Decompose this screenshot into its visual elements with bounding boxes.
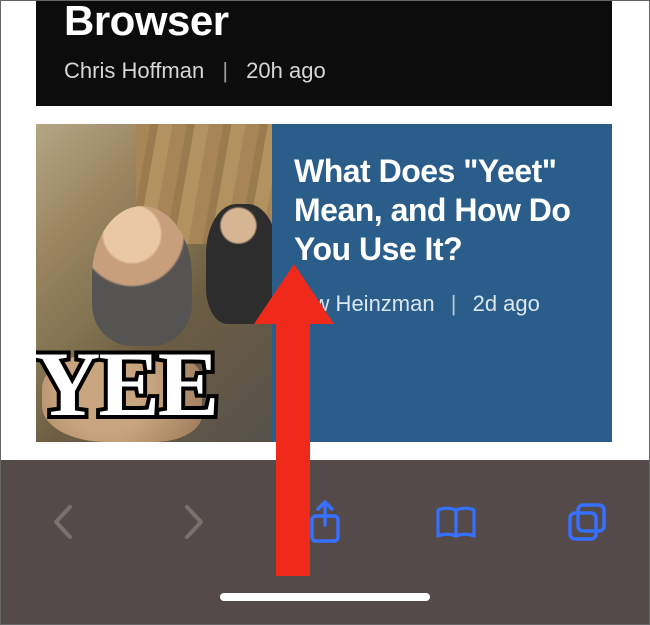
thumbnail-meme-text: YEE bbox=[36, 338, 217, 430]
tabs-icon bbox=[566, 501, 608, 543]
share-icon bbox=[307, 499, 343, 545]
timestamp: 20h ago bbox=[246, 58, 326, 83]
meta-separator: | bbox=[222, 58, 228, 83]
author-name: Chris Hoffman bbox=[64, 58, 204, 83]
back-button[interactable] bbox=[36, 495, 90, 549]
screenshot-frame: Browser Chris Hoffman | 20h ago YEE What… bbox=[0, 0, 650, 625]
share-button[interactable] bbox=[298, 495, 352, 549]
toolbar-row bbox=[0, 492, 650, 552]
article-meta-previous: Chris Hoffman | 20h ago bbox=[64, 58, 584, 84]
book-icon bbox=[434, 504, 478, 540]
article-thumbnail: YEE bbox=[36, 124, 272, 442]
home-indicator[interactable] bbox=[220, 593, 430, 601]
chevron-right-icon bbox=[181, 503, 207, 541]
article-header-previous[interactable]: Browser Chris Hoffman | 20h ago bbox=[36, 0, 612, 106]
article-card[interactable]: YEE What Does "Yeet" Mean, and How Do Yo… bbox=[36, 124, 612, 442]
chevron-left-icon bbox=[50, 503, 76, 541]
safari-toolbar bbox=[0, 460, 650, 625]
forward-button[interactable] bbox=[167, 495, 221, 549]
article-title: What Does "Yeet" Mean, and How Do You Us… bbox=[294, 152, 590, 269]
bookmarks-button[interactable] bbox=[429, 495, 483, 549]
tabs-button[interactable] bbox=[560, 495, 614, 549]
author-name: rew Heinzman bbox=[294, 291, 435, 316]
article-meta: rew Heinzman | 2d ago bbox=[294, 291, 590, 317]
article-info: What Does "Yeet" Mean, and How Do You Us… bbox=[272, 124, 612, 442]
timestamp: 2d ago bbox=[473, 291, 540, 316]
meta-separator: | bbox=[451, 291, 457, 316]
article-title-previous: Browser bbox=[64, 0, 584, 42]
